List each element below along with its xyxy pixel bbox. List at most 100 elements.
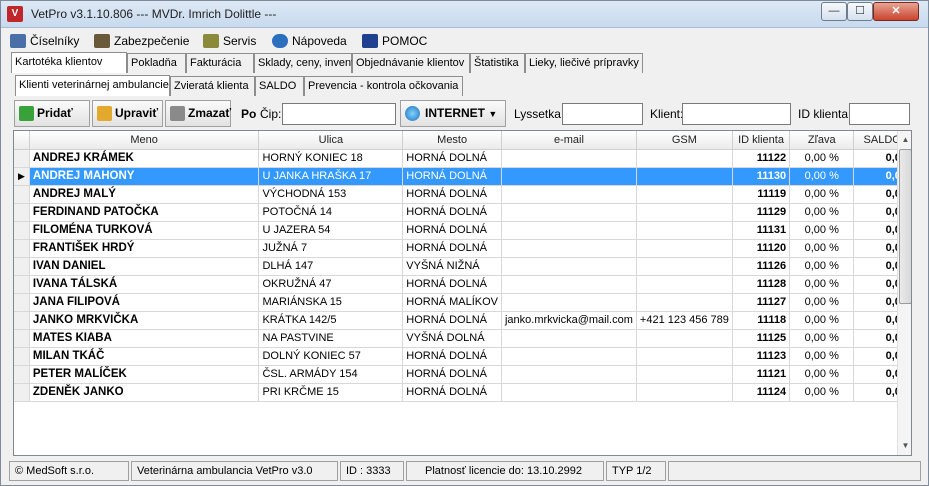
cell-mesto[interactable]: HORNÁ DOLNÁ: [402, 203, 502, 222]
table-row[interactable]: IVANA TÁLSKÁ OKRUŽNÁ 47 HORNÁ DOLNÁ 11128 0,…: [14, 275, 911, 294]
row-indicator[interactable]: [14, 203, 30, 222]
cell-email[interactable]: [501, 239, 637, 258]
column-header-gsm[interactable]: GSM: [636, 131, 733, 150]
row-indicator[interactable]: [14, 293, 30, 312]
scrollbar-thumb[interactable]: [899, 149, 911, 304]
delete-button[interactable]: Zmazať: [165, 100, 231, 127]
tab-kartoteka-klientov[interactable]: Kartotéka klientov: [11, 52, 127, 73]
current-row-indicator-icon[interactable]: ▶: [14, 167, 30, 186]
cell-mesto[interactable]: HORNÁ DOLNÁ: [402, 167, 502, 186]
cell-mesto[interactable]: HORNÁ DOLNÁ: [402, 365, 502, 384]
scroll-up-icon[interactable]: ▲: [898, 131, 911, 148]
cell-mesto[interactable]: HORNÁ DOLNÁ: [402, 185, 502, 204]
tab-prevencia[interactable]: Prevencia - kontrola očkovania: [304, 76, 463, 96]
chip-input[interactable]: [282, 103, 396, 125]
cell-ulica[interactable]: NA PASTVINE: [258, 329, 404, 348]
cell-ulica[interactable]: POTOČNÁ 14: [258, 203, 404, 222]
cell-gsm[interactable]: [636, 293, 733, 312]
cell-gsm[interactable]: [636, 275, 733, 294]
table-row[interactable]: FILOMÉNA TURKOVÁ U JAZERA 54 HORNÁ DOLNÁ 11…: [14, 221, 911, 240]
cell-gsm[interactable]: [636, 239, 733, 258]
cell-meno[interactable]: ANDREJ MAHONY: [29, 167, 260, 186]
cell-ulica[interactable]: OKRUŽNÁ 47: [258, 275, 404, 294]
cell-gsm[interactable]: [636, 203, 733, 222]
table-row[interactable]: MATES KIABA NA PASTVINE VYŠNÁ DOLNÁ 11125 0,…: [14, 329, 911, 348]
cell-gsm[interactable]: [636, 185, 733, 204]
client-id-input[interactable]: [849, 103, 910, 125]
internet-dropdown[interactable]: INTERNET ▼: [400, 100, 506, 127]
cell-id-klienta[interactable]: 11121: [732, 365, 791, 384]
cell-zlava[interactable]: 0,00 %: [789, 383, 855, 402]
table-row[interactable]: IVAN DANIEL DLHÁ 147 VYŠNÁ NIŽNÁ 11126 0,00 …: [14, 257, 911, 276]
lyssetka-input[interactable]: [562, 103, 643, 125]
column-header-id-klienta[interactable]: ID klienta: [732, 131, 791, 150]
cell-zlava[interactable]: 0,00 %: [789, 365, 855, 384]
column-header-zlava[interactable]: Zľava: [789, 131, 855, 150]
cell-meno[interactable]: MILAN TKÁČ: [29, 347, 260, 366]
cell-gsm[interactable]: [636, 365, 733, 384]
cell-meno[interactable]: ZDENĚK JANKO: [29, 383, 260, 402]
row-indicator[interactable]: [14, 365, 30, 384]
cell-zlava[interactable]: 0,00 %: [789, 293, 855, 312]
cell-gsm[interactable]: [636, 347, 733, 366]
cell-email[interactable]: [501, 329, 637, 348]
tab-klienti-ambulancie[interactable]: Klienti veterinárnej ambulancie: [15, 75, 170, 96]
cell-zlava[interactable]: 0,00 %: [789, 239, 855, 258]
cell-zlava[interactable]: 0,00 %: [789, 275, 855, 294]
cell-zlava[interactable]: 0,00 %: [789, 149, 855, 168]
cell-meno[interactable]: ANDREJ MALÝ: [29, 185, 260, 204]
menu-pomoc[interactable]: POMOC: [362, 32, 427, 50]
cell-mesto[interactable]: HORNÁ MALÍKOV: [402, 293, 502, 312]
cell-gsm[interactable]: [636, 329, 733, 348]
cell-email[interactable]: [501, 347, 637, 366]
cell-id-klienta[interactable]: 11119: [732, 185, 791, 204]
cell-mesto[interactable]: VYŠNÁ NIŽNÁ: [402, 257, 502, 276]
tab-statistika[interactable]: Štatistika: [470, 53, 525, 73]
cell-id-klienta[interactable]: 11130: [732, 167, 791, 186]
cell-gsm[interactable]: +421 123 456 789: [636, 311, 733, 330]
cell-ulica[interactable]: U JANKA HRAŠKA 17: [258, 167, 404, 186]
cell-ulica[interactable]: PRI KRČME 15: [258, 383, 404, 402]
column-header-mesto[interactable]: Mesto: [402, 131, 502, 150]
title-bar[interactable]: V VetPro v3.1.10.806 --- MVDr. Imrich Do…: [1, 1, 928, 28]
table-row[interactable]: FRANTIŠEK HRDÝ JUŽNÁ 7 HORNÁ DOLNÁ 11120 0,0…: [14, 239, 911, 258]
client-input[interactable]: [682, 103, 791, 125]
cell-meno[interactable]: JANKO MRKVIČKA: [29, 311, 260, 330]
cell-meno[interactable]: IVAN DANIEL: [29, 257, 260, 276]
edit-button[interactable]: Upraviť: [92, 100, 163, 127]
cell-mesto[interactable]: HORNÁ DOLNÁ: [402, 221, 502, 240]
cell-id-klienta[interactable]: 11118: [732, 311, 791, 330]
cell-zlava[interactable]: 0,00 %: [789, 221, 855, 240]
cell-id-klienta[interactable]: 11126: [732, 257, 791, 276]
tab-saldo[interactable]: SALDO: [255, 76, 304, 96]
row-indicator[interactable]: [14, 149, 30, 168]
cell-gsm[interactable]: [636, 383, 733, 402]
row-indicator[interactable]: [14, 239, 30, 258]
cell-id-klienta[interactable]: 11120: [732, 239, 791, 258]
cell-id-klienta[interactable]: 11129: [732, 203, 791, 222]
cell-ulica[interactable]: U JAZERA 54: [258, 221, 404, 240]
tab-sklady[interactable]: Sklady, ceny, inventúra: [254, 53, 370, 73]
row-indicator[interactable]: [14, 275, 30, 294]
table-row[interactable]: JANKO MRKVIČKA KRÁTKA 142/5 HORNÁ DOLNÁ jan…: [14, 311, 911, 330]
table-row[interactable]: JANA FILIPOVÁ MARIÁNSKA 15 HORNÁ MALÍKOV 11…: [14, 293, 911, 312]
cell-meno[interactable]: PETER MALÍČEK: [29, 365, 260, 384]
row-indicator[interactable]: [14, 185, 30, 204]
cell-mesto[interactable]: HORNÁ DOLNÁ: [402, 311, 502, 330]
cell-ulica[interactable]: JUŽNÁ 7: [258, 239, 404, 258]
add-button[interactable]: Pridať: [14, 100, 90, 127]
cell-email[interactable]: janko.mrkvicka@mail.com: [501, 311, 637, 330]
cell-email[interactable]: [501, 221, 637, 240]
row-indicator[interactable]: [14, 257, 30, 276]
cell-gsm[interactable]: [636, 149, 733, 168]
tab-lieky[interactable]: Lieky, liečivé prípravky: [525, 53, 643, 73]
cell-email[interactable]: [501, 257, 637, 276]
cell-email[interactable]: [501, 185, 637, 204]
table-row[interactable]: MILAN TKÁČ DOLNÝ KONIEC 57 HORNÁ DOLNÁ 1112…: [14, 347, 911, 366]
cell-meno[interactable]: ANDREJ KRÁMEK: [29, 149, 260, 168]
cell-gsm[interactable]: [636, 167, 733, 186]
cell-meno[interactable]: JANA FILIPOVÁ: [29, 293, 260, 312]
cell-meno[interactable]: FILOMÉNA TURKOVÁ: [29, 221, 260, 240]
row-indicator[interactable]: [14, 221, 30, 240]
column-header-ulica[interactable]: Ulica: [258, 131, 404, 150]
